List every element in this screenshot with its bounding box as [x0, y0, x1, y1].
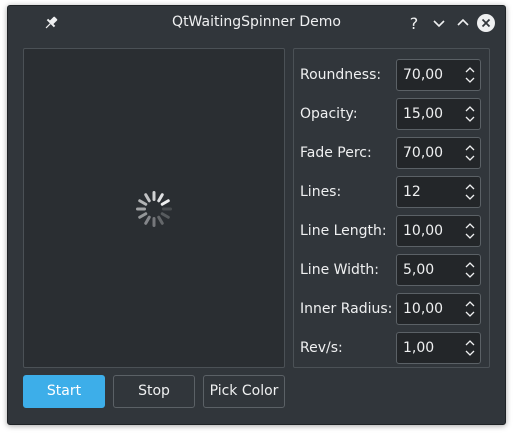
close-icon[interactable] — [476, 13, 496, 33]
spin-arrows-icon[interactable] — [464, 143, 476, 163]
setting-spinbox[interactable]: 12 — [396, 176, 481, 208]
setting-label: Roundness: — [300, 67, 382, 83]
spinner-settings-panel: Roundness: 70,00 Opacity: 15,00 Fade Perc: 70… — [293, 48, 490, 368]
setting-spinbox[interactable]: 70,00 — [396, 59, 481, 91]
spinner-line — [152, 217, 156, 227]
spin-arrows-icon[interactable] — [464, 65, 476, 85]
setting-row: Inner Radius: 10,00 — [294, 293, 489, 325]
start-button[interactable]: Start — [23, 375, 105, 408]
spinner-line — [160, 199, 170, 206]
setting-spinbox[interactable]: 5,00 — [396, 254, 481, 286]
setting-value[interactable]: 10,00 — [403, 301, 443, 317]
waiting-spinner — [136, 191, 172, 227]
chevron-down-icon[interactable] — [429, 13, 449, 33]
setting-value[interactable]: 70,00 — [403, 145, 443, 161]
setting-label: Fade Perc: — [300, 145, 372, 161]
chevron-up-icon[interactable] — [453, 13, 473, 33]
spinner-line — [138, 199, 148, 206]
help-icon[interactable]: ? — [404, 13, 424, 33]
spinner-line — [138, 212, 148, 219]
setting-value[interactable]: 10,00 — [403, 223, 443, 239]
setting-label: Line Length: — [300, 223, 387, 239]
spin-arrows-icon[interactable] — [464, 299, 476, 319]
title-bar: QtWaitingSpinner Demo ? — [8, 6, 505, 39]
setting-value[interactable]: 5,00 — [403, 262, 434, 278]
setting-spinbox[interactable]: 10,00 — [396, 215, 481, 247]
setting-row: Opacity: 15,00 — [294, 98, 489, 130]
stop-button[interactable]: Stop — [113, 375, 195, 408]
spinner-line — [144, 193, 151, 203]
spin-arrows-icon[interactable] — [464, 338, 476, 358]
setting-value[interactable]: 15,00 — [403, 106, 443, 122]
spin-arrows-icon[interactable] — [464, 260, 476, 280]
spin-arrows-icon[interactable] — [464, 104, 476, 124]
setting-spinbox[interactable]: 70,00 — [396, 137, 481, 169]
spinner-line — [157, 215, 164, 225]
setting-row: Lines: 12 — [294, 176, 489, 208]
spinner-preview-area — [23, 48, 285, 368]
pick-color-button[interactable]: Pick Color — [203, 375, 285, 408]
main-window: QtWaitingSpinner Demo ? Roundness: 70,00… — [7, 5, 506, 425]
spin-arrows-icon[interactable] — [464, 221, 476, 241]
setting-row: Roundness: 70,00 — [294, 59, 489, 91]
spinner-line — [160, 212, 170, 219]
setting-row: Line Width: 5,00 — [294, 254, 489, 286]
setting-spinbox[interactable]: 15,00 — [396, 98, 481, 130]
setting-spinbox[interactable]: 1,00 — [396, 332, 481, 364]
setting-label: Opacity: — [300, 106, 358, 122]
setting-row: Line Length: 10,00 — [294, 215, 489, 247]
setting-label: Inner Radius: — [300, 301, 393, 317]
setting-value[interactable]: 12 — [403, 184, 421, 200]
setting-row: Fade Perc: 70,00 — [294, 137, 489, 169]
setting-spinbox[interactable]: 10,00 — [396, 293, 481, 325]
setting-label: Line Width: — [300, 262, 380, 278]
spinner-line — [157, 193, 164, 203]
setting-label: Rev/s: — [300, 340, 343, 356]
spin-arrows-icon[interactable] — [464, 182, 476, 202]
spinner-line — [136, 207, 146, 211]
setting-row: Rev/s: 1,00 — [294, 332, 489, 364]
setting-label: Lines: — [300, 184, 342, 200]
setting-value[interactable]: 1,00 — [403, 340, 434, 356]
setting-value[interactable]: 70,00 — [403, 67, 443, 83]
spinner-line — [162, 207, 172, 211]
svg-text:?: ? — [410, 14, 419, 33]
spinner-line — [152, 191, 156, 201]
spinner-line — [144, 215, 151, 225]
